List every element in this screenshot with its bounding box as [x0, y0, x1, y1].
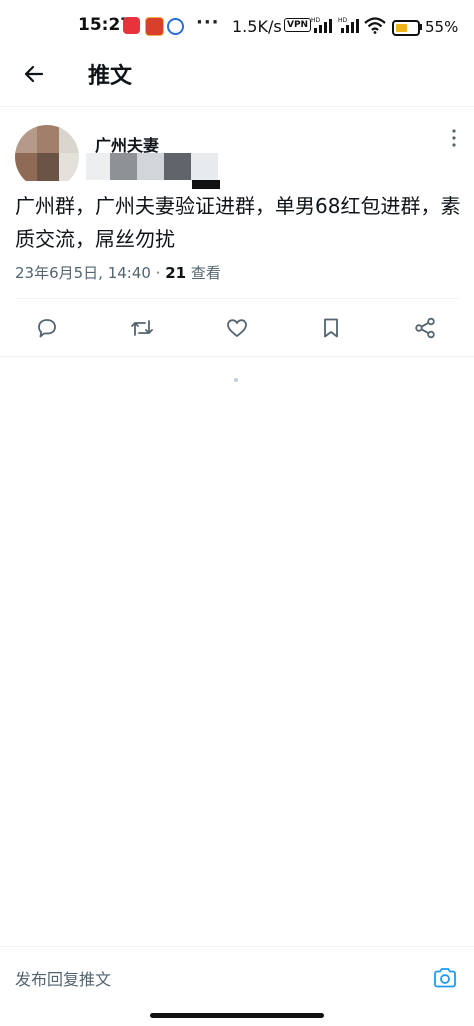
- page-title: 推文: [88, 64, 133, 89]
- more-notifications-icon: ···: [196, 12, 220, 33]
- share-button[interactable]: [410, 313, 440, 343]
- bookmark-icon: [324, 318, 338, 338]
- battery-tip: [420, 24, 422, 30]
- loading-indicator: [234, 378, 238, 382]
- arrow-left-icon: [24, 65, 44, 83]
- status-bar: 15:27 ··· 1.5K/s VPN HD HD 55%: [0, 0, 474, 52]
- tweet-meta: 23年6月5日, 14:40 · 21 查看: [15, 262, 221, 283]
- battery-percent: 55%: [425, 18, 459, 36]
- more-options-icon[interactable]: [448, 126, 460, 150]
- avatar-pixel: [59, 153, 79, 181]
- share-icon: [415, 317, 435, 339]
- signal-icon: HD: [338, 17, 359, 33]
- avatar-pixel: [59, 125, 79, 153]
- views-label: 查看: [186, 264, 221, 282]
- camera-icon: [434, 968, 456, 988]
- actions-divider: [0, 356, 474, 357]
- svg-text:HD: HD: [311, 17, 321, 24]
- retweet-button[interactable]: [127, 313, 157, 343]
- header-divider: [0, 106, 474, 107]
- mosaic-pixel: [110, 153, 137, 180]
- meta-divider: [15, 298, 459, 299]
- views-count: 21: [165, 264, 187, 282]
- vpn-badge: VPN: [284, 18, 312, 32]
- like-icon: [227, 319, 247, 337]
- mosaic-pixel: [191, 153, 218, 180]
- mosaic-pixel: [192, 180, 220, 189]
- bookmark-button[interactable]: [316, 313, 346, 343]
- game-app-icon: [145, 17, 164, 36]
- avatar[interactable]: [15, 125, 79, 189]
- home-indicator[interactable]: [150, 1013, 324, 1018]
- svg-text:HD: HD: [338, 17, 348, 24]
- tweet-text: 广州群，广州夫妻验证进群，单男68红包进群，素质交流，屌丝勿扰: [15, 194, 461, 251]
- shopping-app-icon: [123, 17, 140, 34]
- browser-app-icon: [167, 18, 184, 35]
- reply-icon: [38, 319, 56, 338]
- like-button[interactable]: [222, 313, 252, 343]
- retweet-icon: [131, 320, 153, 336]
- reply-divider: [0, 946, 474, 947]
- mosaic-pixel: [137, 153, 164, 180]
- reply-input[interactable]: 发布回复推文: [15, 966, 111, 990]
- back-button[interactable]: [16, 56, 52, 92]
- reply-button[interactable]: [32, 313, 62, 343]
- network-speed: 1.5K/s: [232, 17, 282, 36]
- wifi-icon: [364, 17, 386, 34]
- mosaic-pixel: [86, 153, 113, 180]
- mosaic-pixel: [164, 153, 191, 180]
- battery-icon: [392, 20, 420, 36]
- redacted-handle: [86, 153, 220, 189]
- signal-icon: HD: [311, 17, 332, 33]
- tweet-timestamp[interactable]: 23年6月5日, 14:40 ·: [15, 264, 165, 282]
- battery-level: [396, 24, 407, 32]
- camera-button[interactable]: [430, 963, 460, 993]
